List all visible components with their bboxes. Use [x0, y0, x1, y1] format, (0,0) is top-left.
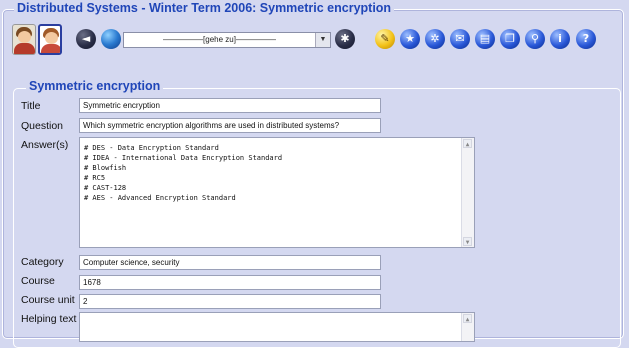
answer-line: # IDEA - International Data Encryption S…: [84, 154, 283, 162]
pages-icon[interactable]: ❐: [500, 29, 520, 49]
help-icon[interactable]: ?: [576, 29, 596, 49]
category-input[interactable]: Computer science, security: [79, 255, 381, 270]
question-input[interactable]: Which symmetric encryption algorithms ar…: [79, 118, 381, 133]
helping-text-scrollbar[interactable]: ▲: [461, 313, 474, 341]
back-icon[interactable]: ◄: [76, 29, 96, 49]
answer-line: # RC5: [84, 174, 106, 182]
network-icon[interactable]: ✲: [425, 29, 445, 49]
page-title: Distributed Systems - Winter Term 2006: …: [14, 1, 395, 15]
scroll-down-icon[interactable]: ▼: [463, 237, 472, 246]
answer-line: # DES - Data Encryption Standard: [84, 144, 219, 152]
helping-text-textarea[interactable]: ▲: [79, 312, 475, 342]
category-label: Category: [21, 256, 64, 268]
form-legend: Symmetric encryption: [26, 79, 164, 93]
title-label: Title: [21, 100, 41, 112]
answer-line: # AES - Advanced Encryption Standard: [84, 194, 236, 202]
globe-icon[interactable]: [101, 29, 121, 49]
user-avatar-male-icon[interactable]: [38, 24, 62, 55]
course-label: Course: [21, 275, 55, 287]
star-icon[interactable]: ★: [400, 29, 420, 49]
helping-text-label: Helping text: [21, 313, 77, 325]
user-avatar-female-icon[interactable]: [12, 24, 36, 55]
answer-line: # CAST-128: [84, 184, 127, 192]
course-unit-input[interactable]: 2: [79, 294, 381, 309]
answers-scrollbar[interactable]: ▲ ▼: [461, 138, 474, 247]
tools-icon[interactable]: ✱: [335, 29, 355, 49]
answers-textarea[interactable]: # DES - Data Encryption Standard # IDEA -…: [79, 137, 475, 248]
answer-line: # Blowfish: [84, 164, 127, 172]
goto-select-value: ―――――[gehe zu]―――――: [163, 35, 276, 44]
title-input[interactable]: Symmetric encryption: [79, 98, 381, 113]
note-icon[interactable]: ✎: [375, 29, 395, 49]
goto-select[interactable]: ―――――[gehe zu]――――― ▼: [123, 32, 331, 48]
search-icon[interactable]: ⚲: [525, 29, 545, 49]
question-label: Question: [21, 120, 64, 132]
mail-icon[interactable]: ✉: [450, 29, 470, 49]
scroll-up-icon[interactable]: ▲: [463, 314, 472, 323]
scroll-up-icon[interactable]: ▲: [463, 139, 472, 148]
course-unit-label: Course unit: [21, 294, 75, 306]
answers-text: # DES - Data Encryption Standard # IDEA -…: [84, 143, 282, 203]
document-icon[interactable]: ▤: [475, 29, 495, 49]
toolbar: ◄ ―――――[gehe zu]――――― ▼ ✱ ✎ ★ ✲ ✉ ▤ ❐ ⚲ …: [0, 24, 629, 58]
answers-label: Answer(s): [21, 139, 69, 151]
course-input[interactable]: 1678: [79, 275, 381, 290]
info-icon[interactable]: i: [550, 29, 570, 49]
chevron-down-icon[interactable]: ▼: [315, 33, 330, 47]
